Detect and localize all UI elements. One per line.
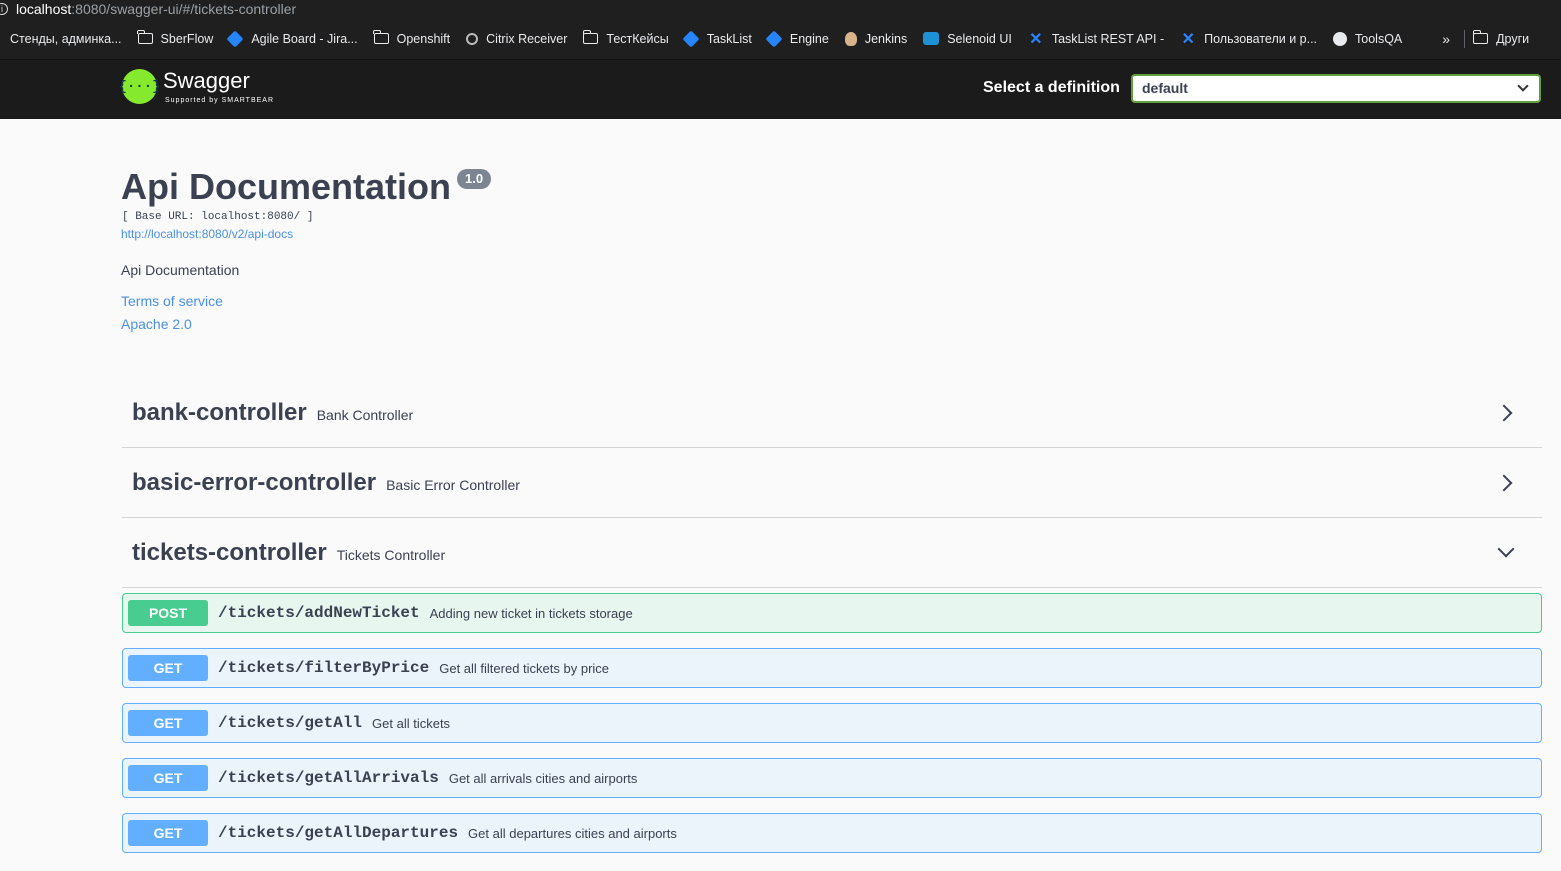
tag-name: basic-error-controller: [132, 468, 377, 496]
info-icon[interactable]: i: [0, 3, 8, 15]
operation-get-all-departures[interactable]: GET /tickets/getAllDepartures Get all de…: [122, 813, 1542, 853]
operation-get-all-arrivals[interactable]: GET /tickets/getAllArrivals Get all arri…: [122, 758, 1542, 798]
tag-bank-controller[interactable]: bank-controller Bank Controller: [122, 378, 1542, 448]
tag-description: Basic Error Controller: [386, 476, 520, 493]
api-description: Api Documentation: [121, 262, 240, 278]
tag-basic-error-controller[interactable]: basic-error-controller Basic Error Contr…: [122, 448, 1542, 518]
tag-name: bank-controller: [132, 398, 307, 426]
folder-icon: [1472, 30, 1489, 44]
tag-description: Bank Controller: [316, 406, 414, 423]
bookmarks-more-button[interactable]: »: [1442, 31, 1450, 47]
bookmark-users[interactable]: ✕ Пользователи и р...: [1180, 18, 1317, 59]
tag-description: Tickets Controller: [336, 546, 446, 563]
jira-icon: [226, 30, 244, 47]
chevron-down-icon[interactable]: [1497, 540, 1515, 558]
bookmark-selenoid[interactable]: Selenoid UI: [923, 18, 1012, 59]
method-badge: GET: [128, 765, 208, 791]
bookmark-toolsqa[interactable]: ToolsQA: [1333, 18, 1402, 59]
bookmark-tasklist-rest[interactable]: ✕ TaskList REST API -: [1028, 18, 1164, 59]
method-badge: GET: [128, 820, 208, 846]
bookmark-citrix[interactable]: Citrix Receiver: [466, 18, 567, 59]
operation-summary: Get all departures cities and airports: [468, 825, 677, 841]
selenoid-icon: [923, 32, 940, 45]
operation-path: /tickets/filterByPrice: [218, 659, 430, 677]
bookmarks-divider: [1464, 29, 1466, 48]
browser-address-bar[interactable]: i localhost:8080/swagger-ui/#/tickets-co…: [0, 0, 1561, 18]
page-title: Api Documentation: [121, 166, 451, 207]
bookmark-engine[interactable]: Engine: [765, 18, 829, 59]
chevron-right-icon[interactable]: [1495, 404, 1513, 422]
operation-path: /tickets/getAllDepartures: [218, 824, 459, 842]
confluence-icon: ✕: [1029, 30, 1043, 48]
chevron-right-icon[interactable]: [1495, 474, 1513, 492]
swagger-logo[interactable]: {···} Swagger Supported by SMARTBEAR: [119, 68, 275, 104]
bookmark-agile-board[interactable]: Agile Board - Jira...: [226, 18, 358, 59]
operation-path: /tickets/getAllArrivals: [218, 769, 439, 787]
operation-filter-by-price[interactable]: GET /tickets/filterByPrice Get all filte…: [122, 648, 1542, 688]
tag-tickets-controller[interactable]: tickets-controller Tickets Controller: [122, 518, 1542, 588]
bookmarks-bar: Стенды, админка... SberFlow Agile Board …: [0, 18, 1561, 60]
bookmark-sberflow[interactable]: SberFlow: [137, 18, 213, 59]
version-badge: 1.0: [457, 169, 492, 189]
method-badge: GET: [128, 710, 208, 736]
address-url[interactable]: localhost:8080/swagger-ui/#/tickets-cont…: [16, 1, 296, 17]
bookmark-stendy[interactable]: Стенды, админка...: [10, 18, 122, 59]
tag-name: tickets-controller: [132, 538, 327, 566]
license-link[interactable]: Apache 2.0: [121, 316, 192, 332]
operation-add-new-ticket[interactable]: POST /tickets/addNewTicket Adding new ti…: [122, 593, 1542, 633]
terms-of-service-link[interactable]: Terms of service: [121, 293, 223, 309]
select-definition-label: Select a definition: [983, 79, 1120, 96]
definition-select[interactable]: default: [1131, 74, 1541, 103]
operation-summary: Get all arrivals cities and airports: [448, 770, 638, 786]
operation-summary: Get all tickets: [372, 715, 451, 731]
swagger-logo-icon: {···}: [119, 69, 161, 104]
jenkins-icon: [844, 31, 857, 46]
folder-icon: [582, 30, 599, 44]
spec-url-link[interactable]: http://localhost:8080/v2/api-docs: [121, 227, 293, 241]
folder-icon: [373, 30, 389, 44]
bookmark-openshift[interactable]: Openshift: [373, 18, 450, 59]
operation-summary: Adding new ticket in tickets storage: [429, 605, 633, 621]
chevron-down-icon: [1517, 80, 1529, 92]
operation-summary: Get all filtered tickets by price: [439, 660, 610, 676]
operation-get-all[interactable]: GET /tickets/getAll Get all tickets: [122, 703, 1542, 743]
globe-icon: [1333, 31, 1348, 46]
logo-subtitle: Supported by SMARTBEAR: [165, 97, 275, 104]
method-badge: GET: [128, 655, 208, 681]
method-badge: POST: [128, 600, 208, 626]
bookmark-tasklist[interactable]: TaskList: [682, 18, 752, 59]
operation-path: /tickets/addNewTicket: [218, 604, 420, 622]
confluence-icon: ✕: [1181, 30, 1195, 48]
bookmark-jenkins[interactable]: Jenkins: [844, 18, 907, 59]
operation-path: /tickets/getAll: [218, 714, 363, 732]
jira-icon: [765, 30, 783, 47]
folder-icon: [137, 30, 153, 44]
base-url: [ Base URL: localhost:8080/ ]: [122, 211, 314, 223]
logo-name: Swagger: [163, 68, 250, 93]
jira-icon: [682, 30, 700, 47]
bookmark-other[interactable]: Други: [1472, 18, 1529, 59]
citrix-icon: [466, 32, 479, 45]
definition-select-value: default: [1142, 80, 1188, 96]
bookmark-testcases[interactable]: ТестКейсы: [582, 18, 669, 59]
